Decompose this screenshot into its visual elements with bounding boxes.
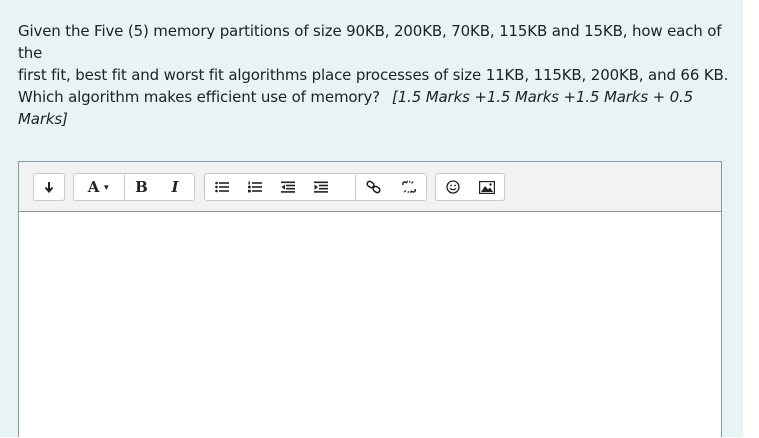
link-button[interactable]	[356, 174, 391, 200]
question-line-2: first fit, best fit and worst fit algori…	[18, 66, 729, 84]
indent-button[interactable]	[304, 174, 337, 200]
toolbar-group-style: A ▼ B I	[73, 173, 195, 201]
question-panel: Given the Five (5) memory partitions of …	[0, 0, 743, 438]
toolbar-group-files	[435, 173, 505, 201]
editor-content-area[interactable]	[19, 212, 721, 438]
unlink-button[interactable]	[391, 174, 426, 200]
numbered-list-icon	[247, 181, 262, 193]
toolbar-group-list	[204, 173, 364, 201]
ordered-list-button[interactable]	[238, 174, 271, 200]
toolbar-group-links	[355, 173, 427, 201]
marks-label: [1.5 Marks +1.5 Marks +1.5 Marks + 0.5	[392, 88, 694, 106]
unordered-list-button[interactable]	[205, 174, 238, 200]
outdent-icon	[280, 181, 295, 193]
bold-label: B	[135, 178, 148, 196]
show-more-button[interactable]	[34, 174, 64, 200]
emoji-button[interactable]	[436, 174, 470, 200]
question-text: Given the Five (5) memory partitions of …	[18, 20, 730, 130]
image-button[interactable]	[470, 174, 504, 200]
link-icon	[365, 180, 382, 194]
unlink-icon	[401, 180, 417, 194]
italic-button[interactable]: I	[158, 174, 192, 200]
italic-label: I	[171, 178, 179, 196]
marks-label-continued: Marks]	[18, 110, 68, 128]
bullet-list-icon	[214, 181, 229, 193]
bold-button[interactable]: B	[124, 174, 158, 200]
toolbar-group-collapse	[33, 173, 65, 201]
question-line-4: Marks]	[18, 108, 730, 130]
question-line-1: Given the Five (5) memory partitions of …	[18, 22, 722, 62]
question-line-3-text: Which algorithm makes efficient use of m…	[18, 88, 380, 106]
editor-toolbar: A ▼ B I	[19, 162, 721, 212]
paragraph-style-button[interactable]: A ▼	[74, 174, 124, 200]
chevron-down-icon: ▼	[102, 182, 111, 192]
smiley-icon	[446, 180, 460, 194]
paragraph-style-label: A	[87, 178, 100, 196]
indent-icon	[313, 181, 328, 193]
answer-editor: A ▼ B I	[18, 161, 722, 438]
outdent-button[interactable]	[271, 174, 304, 200]
arrow-down-icon	[44, 181, 54, 193]
image-icon	[479, 180, 495, 194]
question-line-3: Which algorithm makes efficient use of m…	[18, 86, 730, 108]
